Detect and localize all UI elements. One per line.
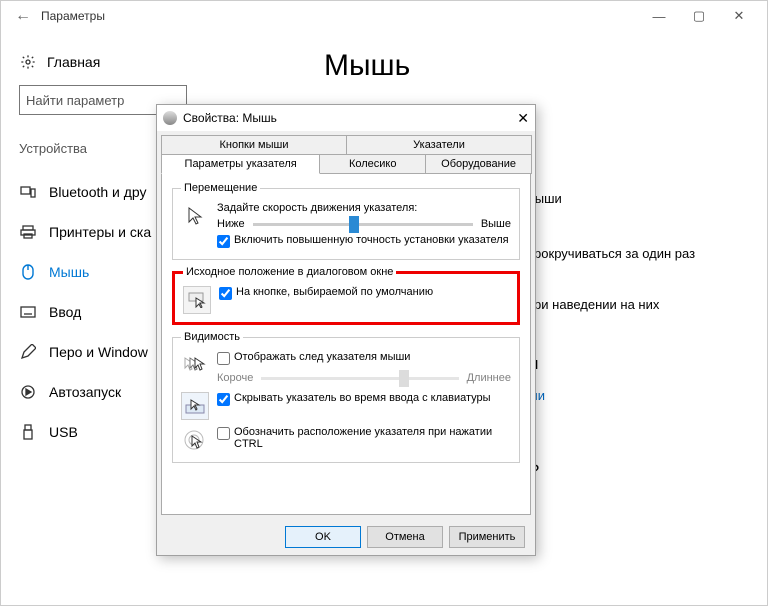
sidebar-item-label: Принтеры и ска xyxy=(49,224,151,240)
printer-icon xyxy=(19,223,37,241)
usb-icon xyxy=(19,423,37,441)
apply-button[interactable]: Применить xyxy=(449,526,525,548)
autoplay-icon xyxy=(19,383,37,401)
sidebar-item-label: Автозапуск xyxy=(49,384,121,400)
hide-typing-icon xyxy=(181,392,209,420)
pointer-trails-checkbox[interactable]: Отображать след указателя мыши xyxy=(217,351,410,365)
back-button[interactable]: ← xyxy=(9,7,37,25)
group-legend: Перемещение xyxy=(181,182,260,194)
hide-while-typing-checkbox[interactable]: Скрывать указатель во время ввода с клав… xyxy=(217,392,491,406)
snap-to-icon xyxy=(183,286,211,314)
slow-label: Ниже xyxy=(217,218,245,230)
mouse-app-icon xyxy=(163,111,177,125)
mouse-properties-dialog: Свойства: Мышь ✕ Кнопки мыши Указатели П… xyxy=(156,104,536,556)
snap-to-default-checkbox[interactable]: На кнопке, выбираемой по умолчанию xyxy=(219,286,433,300)
fast-label: Выше xyxy=(481,218,511,230)
cancel-button[interactable]: Отмена xyxy=(367,526,443,548)
sidebar-item-label: Bluetooth и дру xyxy=(49,184,147,200)
tab-hardware[interactable]: Оборудование xyxy=(425,154,532,174)
long-label: Длиннее xyxy=(467,372,511,384)
enhance-precision-checkbox[interactable]: Включить повышенную точность установки у… xyxy=(217,234,509,248)
dialog-title: Свойства: Мышь xyxy=(183,111,277,125)
group-snap-to: Исходное положение в диалоговом окне На … xyxy=(172,266,520,325)
pen-icon xyxy=(19,343,37,361)
dialog-close-button[interactable]: ✕ xyxy=(517,110,529,127)
tab-pointer-options[interactable]: Параметры указателя xyxy=(161,154,320,174)
tab-pointers[interactable]: Указатели xyxy=(346,135,532,155)
ctrl-locate-icon xyxy=(181,426,209,454)
close-button[interactable]: ✕ xyxy=(719,3,759,29)
speed-label: Задайте скорость движения указателя: xyxy=(217,202,511,214)
home-link[interactable]: Главная xyxy=(47,54,100,70)
window-title: Параметры xyxy=(37,9,639,23)
show-location-ctrl-checkbox[interactable]: Обозначить расположение указателя при на… xyxy=(217,426,511,450)
group-motion: Перемещение Задайте скорость движения ук… xyxy=(172,182,520,260)
sidebar-item-label: Перо и Window xyxy=(49,344,148,360)
sidebar-item-label: Ввод xyxy=(49,304,81,320)
sidebar-item-label: USB xyxy=(49,424,78,440)
pointer-speed-slider[interactable] xyxy=(253,223,473,226)
keyboard-icon xyxy=(19,303,37,321)
group-legend: Видимость xyxy=(181,331,243,343)
gear-icon xyxy=(19,53,37,71)
dialog-titlebar: Свойства: Мышь ✕ xyxy=(157,105,535,131)
page-title: Мышь xyxy=(324,49,749,83)
titlebar: ← Параметры — ▢ ✕ xyxy=(1,1,767,31)
mouse-icon xyxy=(19,263,37,281)
devices-icon xyxy=(19,183,37,201)
trails-icon xyxy=(181,351,209,379)
tab-panel-pointer-options: Перемещение Задайте скорость движения ук… xyxy=(161,173,531,515)
cursor-icon xyxy=(181,202,209,230)
trail-length-slider xyxy=(261,377,458,380)
maximize-button[interactable]: ▢ xyxy=(679,3,719,29)
minimize-button[interactable]: — xyxy=(639,3,679,29)
tab-wheel[interactable]: Колесико xyxy=(319,154,426,174)
text-fragment: но прокручиваться за один раз xyxy=(509,246,695,261)
group-legend: Исходное положение в диалоговом окне xyxy=(183,266,396,278)
obscured-text: ка мыши но прокручиваться за один раз на… xyxy=(509,191,739,517)
short-label: Короче xyxy=(217,372,253,384)
tab-strip: Кнопки мыши Указатели Параметры указател… xyxy=(157,131,535,173)
dialog-button-row: OK Отмена Применить xyxy=(157,519,535,555)
group-visibility: Видимость Отображать след указателя мыши… xyxy=(172,331,520,463)
sidebar-item-label: Мышь xyxy=(49,264,89,280)
ok-button[interactable]: OK xyxy=(285,526,361,548)
search-placeholder: Найти параметр xyxy=(26,93,124,108)
tab-buttons[interactable]: Кнопки мыши xyxy=(161,135,347,155)
